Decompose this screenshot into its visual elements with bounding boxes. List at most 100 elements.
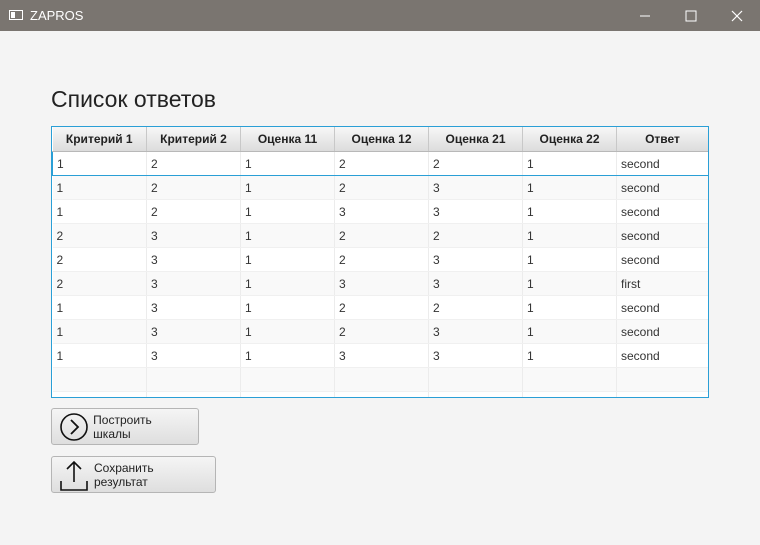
page-title: Список ответов: [51, 86, 217, 112]
table-cell: 2: [334, 295, 429, 320]
table-cell: 3: [146, 223, 241, 248]
table-cell: 1: [240, 343, 335, 368]
close-button[interactable]: [714, 0, 760, 31]
table-cell: 3: [146, 343, 241, 368]
table-cell: 2: [52, 271, 147, 296]
table-row[interactable]: 1 3 1 2 3 1 second: [52, 319, 708, 344]
table-cell: 2: [428, 151, 523, 176]
maximize-icon: [685, 10, 697, 22]
table-cell: 2: [334, 175, 429, 200]
column-header[interactable]: Критерий 2: [146, 127, 241, 152]
table-cell: 1: [52, 295, 147, 320]
table-cell: 1: [522, 295, 617, 320]
table-row[interactable]: 1 3 1 2 2 1 second: [52, 295, 708, 320]
empty-cell: [522, 367, 617, 392]
build-scales-button[interactable]: Построить шкалы: [51, 408, 199, 445]
table-cell: 1: [52, 319, 147, 344]
column-header[interactable]: Оценка 12: [334, 127, 429, 152]
table-cell: second: [616, 199, 708, 224]
empty-cell: [334, 367, 429, 392]
table-cell: 1: [522, 271, 617, 296]
table-cell: 1: [522, 175, 617, 200]
table-cell: 1: [522, 319, 617, 344]
table-row[interactable]: 2 3 1 2 3 1 second: [52, 247, 708, 272]
table-cell: 1: [522, 343, 617, 368]
table-cell: 1: [52, 175, 147, 200]
empty-cell: [522, 391, 617, 397]
table-cell: 2: [428, 223, 523, 248]
table-header-row: Критерий 1 Критерий 2 Оценка 11 Оценка 1…: [52, 127, 708, 152]
table-cell: 3: [428, 271, 523, 296]
table-row[interactable]: 2 3 1 3 3 1 first: [52, 271, 708, 296]
table-cell: 3: [146, 247, 241, 272]
table-cell: 3: [428, 343, 523, 368]
answers-table[interactable]: Критерий 1 Критерий 2 Оценка 11 Оценка 1…: [51, 126, 709, 398]
table-cell: first: [616, 271, 708, 296]
table-cell: 1: [52, 343, 147, 368]
table-cell: 2: [146, 175, 241, 200]
table-cell: second: [616, 247, 708, 272]
table-cell: 3: [146, 271, 241, 296]
table-row[interactable]: 1 2 1 2 3 1 second: [52, 175, 708, 200]
empty-cell: [146, 391, 241, 397]
table-cell: 1: [52, 151, 147, 176]
column-header[interactable]: Оценка 11: [240, 127, 335, 152]
upload-icon: [58, 459, 90, 491]
table-cell: 1: [52, 199, 147, 224]
table-cell: 3: [334, 343, 429, 368]
empty-cell: [616, 367, 708, 392]
table-cell: 2: [146, 151, 241, 176]
save-result-label: Сохранить результат: [94, 460, 154, 489]
empty-cell: [334, 391, 429, 397]
empty-cell: [52, 367, 147, 392]
table-cell: 1: [240, 247, 335, 272]
table-cell: 3: [428, 319, 523, 344]
table-cell: second: [616, 319, 708, 344]
empty-row: [52, 391, 708, 397]
minimize-icon: [640, 15, 650, 17]
table-cell: second: [616, 295, 708, 320]
table-cell: 3: [428, 199, 523, 224]
table-cell: 2: [52, 223, 147, 248]
empty-cell: [240, 391, 335, 397]
table-row[interactable]: 1 2 1 3 3 1 second: [52, 199, 708, 224]
table-cell: 3: [334, 271, 429, 296]
column-header[interactable]: Оценка 22: [522, 127, 617, 152]
table-cell: 3: [146, 295, 241, 320]
table-cell: 2: [52, 247, 147, 272]
empty-cell: [52, 391, 147, 397]
close-icon: [731, 10, 743, 22]
minimize-button[interactable]: [622, 0, 668, 31]
table-cell: 3: [334, 199, 429, 224]
table-cell: second: [616, 175, 708, 200]
table-cell: 1: [522, 247, 617, 272]
save-result-button[interactable]: Сохранить результат: [51, 456, 216, 493]
table-cell: 1: [240, 175, 335, 200]
table-row[interactable]: 1 3 1 3 3 1 second: [52, 343, 708, 368]
table-cell: 1: [522, 151, 617, 176]
table-cell: second: [616, 151, 708, 176]
table-cell: 1: [240, 295, 335, 320]
table-cell: 2: [146, 199, 241, 224]
column-header[interactable]: Критерий 1: [52, 127, 147, 152]
title-bar: ZAPROS: [0, 0, 760, 31]
table-cell: 2: [334, 223, 429, 248]
table-cell: 1: [240, 151, 335, 176]
table-cell: 3: [146, 319, 241, 344]
empty-cell: [428, 367, 523, 392]
column-header[interactable]: Оценка 21: [428, 127, 523, 152]
maximize-button[interactable]: [668, 0, 714, 31]
column-header[interactable]: Ответ: [616, 127, 708, 152]
empty-cell: [428, 391, 523, 397]
chevron-right-circle-icon: [58, 411, 89, 443]
table-cell: 2: [334, 151, 429, 176]
table-row[interactable]: 2 3 1 2 2 1 second: [52, 223, 708, 248]
table-cell: second: [616, 343, 708, 368]
empty-cell: [240, 367, 335, 392]
table-cell: 2: [334, 319, 429, 344]
table-cell: second: [616, 223, 708, 248]
empty-cell: [146, 367, 241, 392]
build-scales-label: Построить шкалы: [93, 412, 152, 441]
table-row[interactable]: 1 2 1 2 2 1 second: [52, 151, 708, 176]
window-title: ZAPROS: [30, 8, 84, 23]
